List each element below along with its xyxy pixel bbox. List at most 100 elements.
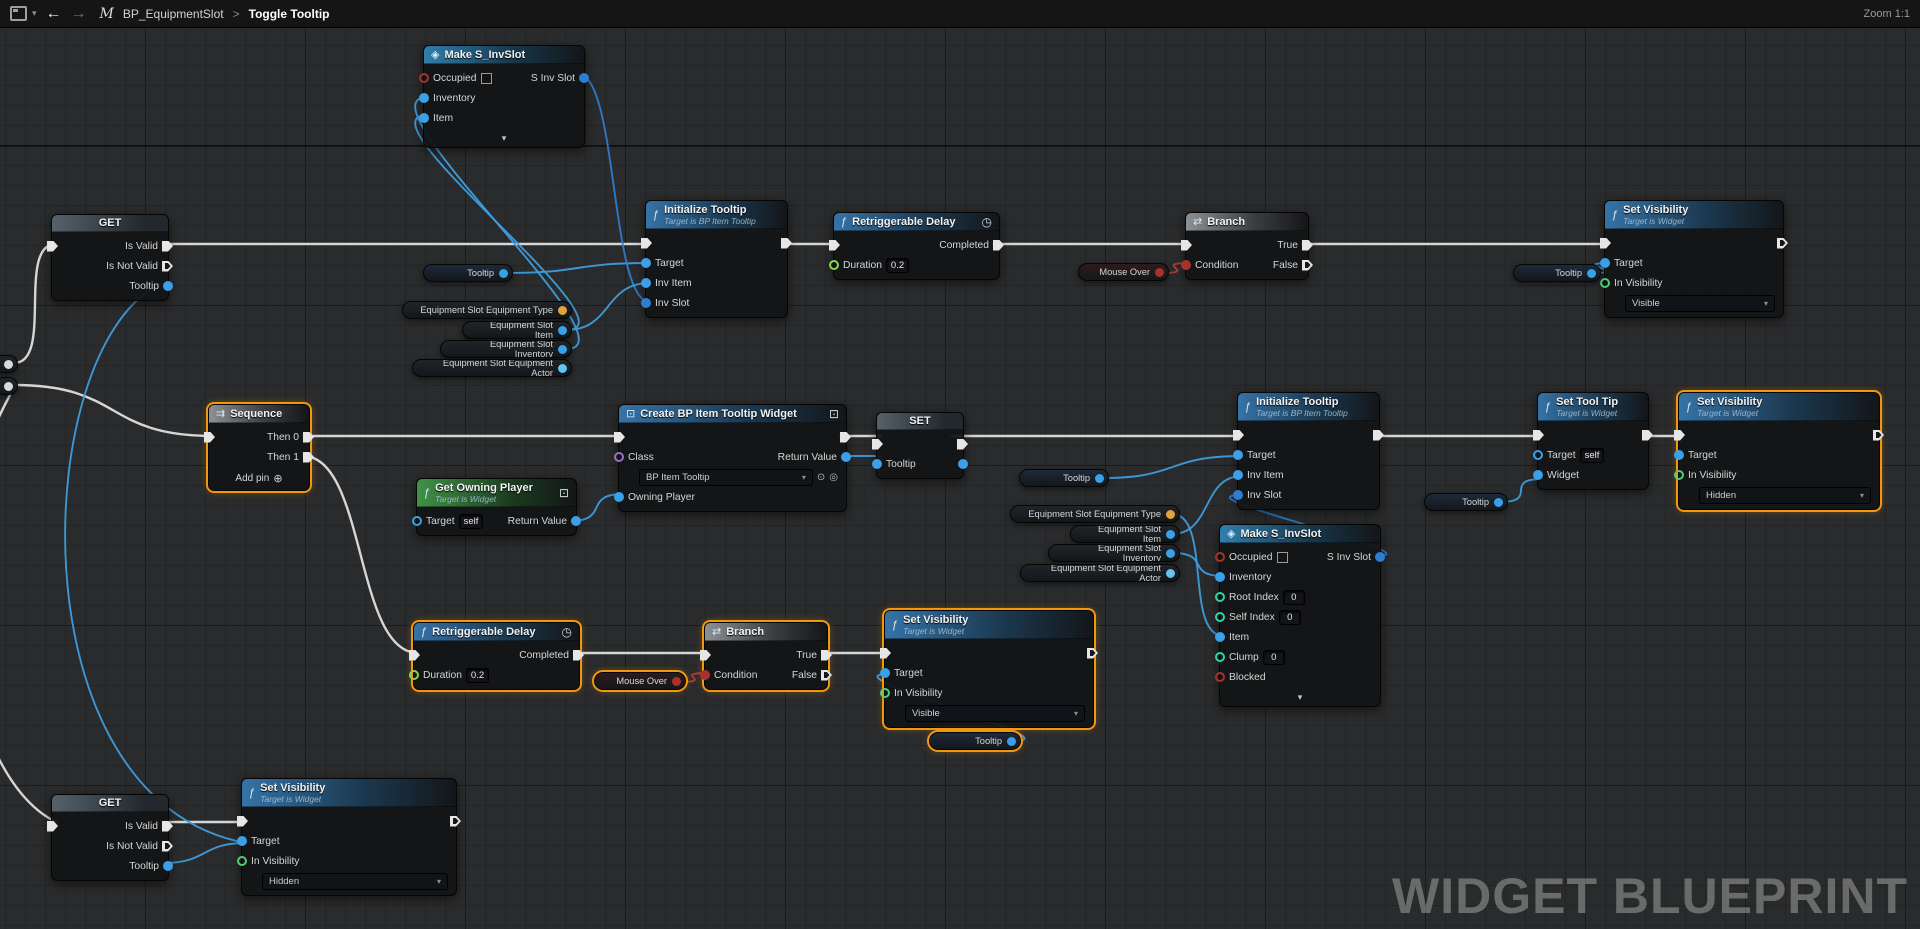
class-select[interactable]: BP Item Tooltip▾ [639,469,813,486]
exec-out-pin[interactable] [1302,240,1313,251]
exec-out-pin[interactable] [957,439,968,450]
value-box[interactable]: 0.2 [466,668,489,683]
exec-in-pin[interactable] [880,648,891,659]
exec-out-pin[interactable] [450,816,461,827]
visibility-select[interactable]: Hidden▾ [262,873,448,890]
variable-pill-mouse-over-1[interactable]: Mouse Over [1078,263,1169,281]
data-pin[interactable] [614,452,624,462]
variable-pill-equipment-slot-equipment-actor-2[interactable]: Equipment Slot Equipment Actor [1020,564,1180,582]
collapse-chevron-icon[interactable]: ▾ [1220,691,1380,706]
data-pin[interactable] [558,306,567,315]
node-branch-1[interactable]: ⇄BranchTrueConditionFalse [1185,212,1309,280]
variable-pill-tooltip-5[interactable]: Tooltip [929,732,1021,750]
node-initialize-tooltip-1[interactable]: ƒInitialize TooltipTarget is BP Item Too… [645,200,788,318]
data-pin[interactable] [4,382,13,391]
exec-out-pin[interactable] [303,452,314,463]
node-get-tooltip-1[interactable]: GETIs ValidIs Not ValidTooltip [51,214,169,301]
exec-out-pin[interactable] [1873,430,1884,441]
add-pin-button[interactable]: Add pin⊕ [209,471,309,490]
node-get-tooltip-2[interactable]: GETIs ValidIs Not ValidTooltip [51,794,169,881]
data-pin[interactable] [1674,450,1684,460]
node-set-visibility-1[interactable]: ƒSet VisibilityTarget is WidgetTargetIn … [1604,200,1784,318]
variable-pill-mouse-over-2[interactable]: Mouse Over [594,672,686,690]
data-pin[interactable] [641,298,651,308]
data-pin[interactable] [1215,672,1225,682]
value-box[interactable]: self [459,514,484,529]
variable-pill-equipment-slot-item-1[interactable]: Equipment Slot Item [462,321,572,339]
data-pin[interactable] [579,73,589,83]
data-pin[interactable] [641,278,651,288]
data-pin[interactable] [1166,549,1175,558]
exec-out-pin[interactable] [821,670,832,681]
variable-pill-equipment-slot-equipment-type-2[interactable]: Equipment Slot Equipment Type [1010,505,1180,523]
value-box[interactable]: 0 [1263,650,1285,665]
value-box[interactable]: 0 [1283,590,1305,605]
checkbox[interactable] [1277,552,1288,563]
node-retriggerable-delay-1[interactable]: ƒRetriggerable Delay◷CompletedDuration0.… [833,212,1000,280]
data-pin[interactable] [880,668,890,678]
node-create-bp-item-tooltip-widget[interactable]: ⊡Create BP Item Tooltip Widget⊡ClassRetu… [618,404,847,512]
app-window-icon[interactable] [10,6,27,21]
data-pin[interactable] [1181,260,1191,270]
exec-in-pin[interactable] [829,240,840,251]
data-pin[interactable] [237,836,247,846]
exec-out-pin[interactable] [1777,238,1788,249]
variable-pill-equipment-slot-item-2[interactable]: Equipment Slot Item [1070,525,1180,543]
data-pin[interactable] [558,345,567,354]
exec-out-pin[interactable] [1642,430,1653,441]
data-pin[interactable] [841,452,851,462]
variable-pill-tooltip-1[interactable]: Tooltip [423,264,513,282]
breadcrumb-root[interactable]: BP_EquipmentSlot [123,7,224,21]
variable-pill-tooltip-2[interactable]: Tooltip [1513,264,1601,282]
exec-in-pin[interactable] [614,432,625,443]
data-pin[interactable] [829,260,839,270]
forward-button[interactable]: → [71,6,87,22]
node-retriggerable-delay-2[interactable]: ƒRetriggerable Delay◷CompletedDuration0.… [413,622,580,690]
data-pin[interactable] [1215,652,1225,662]
visibility-select[interactable]: Visible▾ [905,705,1085,722]
exec-out-pin[interactable] [162,241,173,252]
exec-out-pin[interactable] [1302,260,1313,271]
exec-in-pin[interactable] [872,439,883,450]
exec-in-pin[interactable] [1674,430,1685,441]
exec-in-pin[interactable] [1233,430,1244,441]
data-pin[interactable] [1233,450,1243,460]
variable-pill-equipment-slot-inventory-1[interactable]: Equipment Slot Inventory [440,340,572,358]
exec-out-pin[interactable] [781,238,792,249]
exec-in-pin[interactable] [1600,238,1611,249]
data-pin[interactable] [1215,632,1225,642]
checkbox[interactable] [481,73,492,84]
data-pin[interactable] [419,113,429,123]
variable-pill-equipment-slot-equipment-actor-1[interactable]: Equipment Slot Equipment Actor [412,359,572,377]
data-pin[interactable] [614,492,624,502]
data-pin[interactable] [700,670,710,680]
exec-out-pin[interactable] [162,261,173,272]
data-pin[interactable] [1600,258,1610,268]
exec-out-pin[interactable] [821,650,832,661]
data-pin[interactable] [1215,572,1225,582]
data-pin[interactable] [1674,470,1684,480]
variable-pill-edge-stub-2[interactable] [0,377,18,395]
data-pin[interactable] [1155,268,1164,277]
exec-in-pin[interactable] [237,816,248,827]
node-set-tool-tip[interactable]: ƒSet Tool TipTarget is WidgetTargetselfW… [1537,392,1649,490]
data-pin[interactable] [958,459,968,469]
blueprint-graph-canvas[interactable]: WIDGET BLUEPRINT ▾ ← → M BP_EquipmentSlo… [0,0,1920,929]
data-pin[interactable] [237,856,247,866]
data-pin[interactable] [1007,737,1016,746]
data-pin[interactable] [1095,474,1104,483]
node-sequence[interactable]: ⇉SequenceThen 0Then 1Add pin⊕ [208,404,310,491]
data-pin[interactable] [1533,470,1543,480]
variable-pill-tooltip-3[interactable]: Tooltip [1019,469,1109,487]
exec-out-pin[interactable] [303,432,314,443]
use-selected-asset-icon[interactable]: ⊙ [817,472,825,483]
data-pin[interactable] [880,688,890,698]
exec-in-pin[interactable] [1533,430,1544,441]
exec-in-pin[interactable] [47,241,58,252]
data-pin[interactable] [419,73,429,83]
data-pin[interactable] [1375,552,1385,562]
back-button[interactable]: ← [46,6,62,22]
data-pin[interactable] [1166,569,1175,578]
data-pin[interactable] [872,459,882,469]
collapse-chevron-icon[interactable]: ▾ [424,132,584,147]
